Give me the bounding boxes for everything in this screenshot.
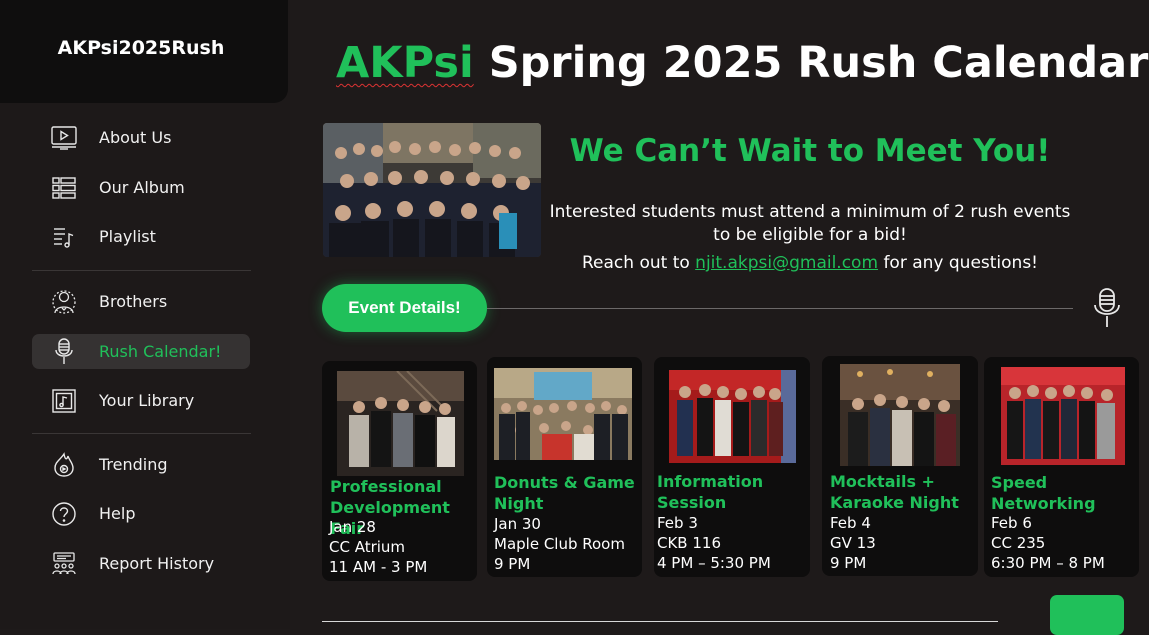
sidebar: AKPsi2025Rush About Us Our Album Playlis… bbox=[0, 0, 290, 629]
contact-email-link[interactable]: njit.akpsi@gmail.com bbox=[695, 253, 878, 273]
sidebar-item-label: Report History bbox=[99, 554, 215, 573]
event-time: 9 PM bbox=[830, 554, 867, 572]
event-location: CC Atrium bbox=[329, 538, 406, 556]
album-icon bbox=[51, 175, 77, 201]
event-photo bbox=[1001, 367, 1125, 465]
video-play-icon bbox=[51, 125, 77, 151]
event-date: Feb 4 bbox=[830, 514, 871, 532]
event-location: Maple Club Room bbox=[494, 535, 625, 553]
event-time: 9 PM bbox=[494, 555, 531, 573]
event-photo bbox=[669, 370, 796, 463]
floating-action-button[interactable] bbox=[1050, 595, 1124, 635]
contact-prefix: Reach out to bbox=[582, 253, 690, 273]
event-date: Jan 30 bbox=[494, 515, 541, 533]
contact-text: Reach out to njit.akpsi@gmail.com for an… bbox=[512, 253, 1108, 273]
event-date: Feb 3 bbox=[657, 514, 698, 532]
event-photo bbox=[840, 364, 960, 466]
sidebar-item-about-us[interactable]: About Us bbox=[32, 120, 250, 155]
sidebar-item-report-history[interactable]: Report History bbox=[32, 546, 250, 581]
microphone-icon[interactable] bbox=[1090, 287, 1124, 329]
event-time: 6:30 PM – 8 PM bbox=[991, 554, 1105, 572]
trending-icon bbox=[51, 452, 77, 478]
event-card-information-session[interactable]: Information Session Feb 3 CKB 116 4 PM –… bbox=[654, 357, 810, 577]
event-card-speed-networking[interactable]: Speed Networking Feb 6 CC 235 6:30 PM – … bbox=[984, 357, 1139, 577]
event-date: Jan 28 bbox=[329, 518, 376, 536]
tagline: We Can’t Wait to Meet You! bbox=[569, 133, 1051, 169]
bottom-divider bbox=[322, 621, 998, 622]
sidebar-item-trending[interactable]: Trending bbox=[32, 447, 250, 482]
help-icon bbox=[51, 501, 77, 527]
requirement-line-1: Interested students must attend a minimu… bbox=[549, 202, 1071, 222]
sidebar-item-label: Trending bbox=[99, 455, 168, 474]
event-time: 11 AM - 3 PM bbox=[329, 558, 428, 576]
event-date: Feb 6 bbox=[991, 514, 1032, 532]
section-divider bbox=[487, 308, 1073, 309]
event-time: 4 PM – 5:30 PM bbox=[657, 554, 771, 572]
library-icon bbox=[51, 388, 77, 414]
sidebar-item-label: Help bbox=[99, 504, 136, 523]
sidebar-item-playlist[interactable]: Playlist bbox=[32, 219, 250, 254]
page-title-accent: AKPsi bbox=[336, 38, 474, 88]
sidebar-item-label: About Us bbox=[99, 128, 172, 147]
event-title: Speed Networking bbox=[991, 473, 1096, 513]
sidebar-item-label: Your Library bbox=[99, 391, 195, 410]
event-details-button[interactable]: Event Details! bbox=[322, 284, 487, 332]
sidebar-item-label: Our Album bbox=[99, 178, 185, 197]
event-location: CC 235 bbox=[991, 534, 1046, 552]
playlist-icon bbox=[51, 224, 77, 250]
brand-title: AKPsi2025Rush bbox=[57, 36, 225, 59]
brothers-icon bbox=[51, 289, 77, 315]
brand-header[interactable]: AKPsi2025Rush bbox=[0, 0, 288, 103]
sidebar-item-rush-calendar[interactable]: Rush Calendar! bbox=[32, 334, 250, 369]
event-title: Information Session bbox=[657, 472, 764, 512]
event-title: Mocktails + Karaoke Night bbox=[830, 472, 959, 512]
event-location: GV 13 bbox=[830, 534, 876, 552]
report-history-icon bbox=[51, 551, 77, 577]
event-photo bbox=[337, 371, 464, 476]
sidebar-item-brothers[interactable]: Brothers bbox=[32, 284, 250, 319]
sidebar-divider bbox=[32, 270, 251, 271]
page-title: AKPsi Spring 2025 Rush Calendar bbox=[336, 38, 1148, 88]
sidebar-item-help[interactable]: Help bbox=[32, 496, 250, 531]
event-card-professional-development-fair[interactable]: Professional Development Fair Jan 28 CC … bbox=[322, 361, 477, 581]
sidebar-item-label: Rush Calendar! bbox=[99, 342, 222, 361]
group-photo bbox=[323, 123, 541, 257]
event-card-donuts-game-night[interactable]: Donuts & Game Night Jan 30 Maple Club Ro… bbox=[487, 357, 642, 577]
event-photo bbox=[494, 368, 632, 460]
sidebar-item-label: Brothers bbox=[99, 292, 168, 311]
sidebar-item-your-library[interactable]: Your Library bbox=[32, 383, 250, 418]
event-location: CKB 116 bbox=[657, 534, 721, 552]
requirement-line-2: to be eligible for a bid! bbox=[713, 225, 907, 245]
microphone-icon bbox=[51, 338, 77, 365]
sidebar-item-label: Playlist bbox=[99, 227, 156, 246]
contact-suffix: for any questions! bbox=[883, 253, 1038, 273]
sidebar-divider bbox=[32, 433, 251, 434]
sidebar-item-our-album[interactable]: Our Album bbox=[32, 170, 250, 205]
event-card-mocktails-karaoke-night[interactable]: Mocktails + Karaoke Night Feb 4 GV 13 9 … bbox=[822, 356, 978, 576]
page-title-rest: Spring 2025 Rush Calendar bbox=[488, 38, 1149, 88]
event-title: Donuts & Game Night bbox=[494, 473, 635, 513]
requirement-text: Interested students must attend a minimu… bbox=[540, 201, 1080, 247]
